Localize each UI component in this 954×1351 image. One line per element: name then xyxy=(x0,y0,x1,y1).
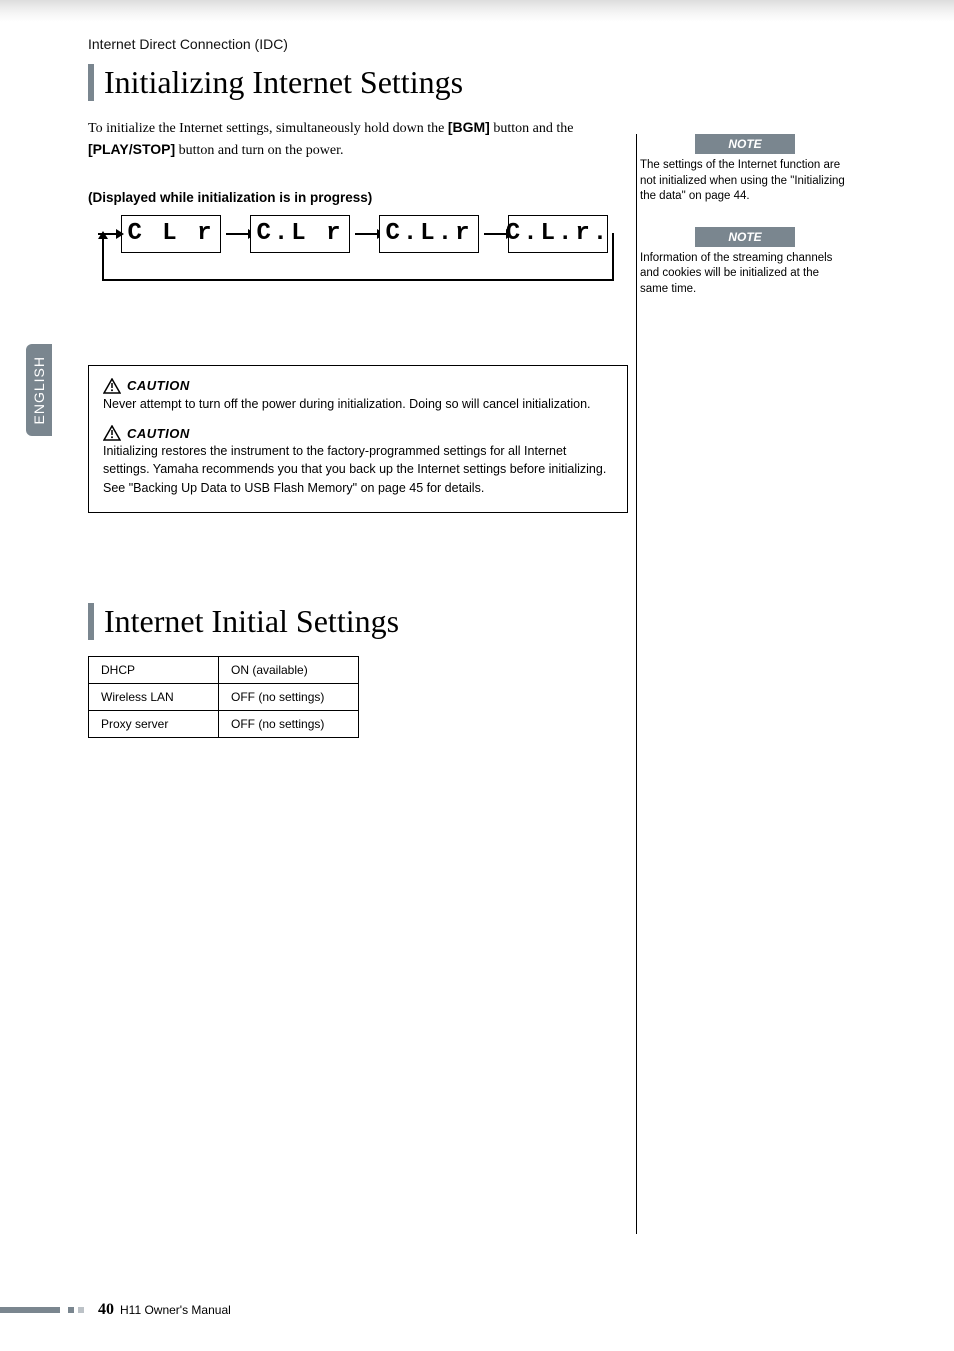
seg-display-2: C.L r xyxy=(250,215,350,253)
intro-playstop-button-ref: [PLAY/STOP] xyxy=(88,141,175,157)
table-row: Proxy server OFF (no settings) xyxy=(89,710,359,737)
page-number: 40 xyxy=(98,1301,114,1319)
loop-line xyxy=(102,253,614,281)
caution-label: CAUTION xyxy=(127,426,190,441)
cell-key: DHCP xyxy=(89,656,219,683)
note-box-2: NOTE Information of the streaming channe… xyxy=(640,227,850,298)
intro-text: To initialize the Internet settings, sim… xyxy=(88,121,448,136)
display-cycle-diagram: C L r C.L r C.L.r C.L.r. xyxy=(88,215,628,305)
intro-text: button and turn on the power. xyxy=(175,143,343,158)
cell-value: ON (available) xyxy=(219,656,359,683)
caution-block: CAUTION Never attempt to turn off the po… xyxy=(88,365,628,513)
note-box-1: NOTE The settings of the Internet functi… xyxy=(640,134,850,205)
display-caption: (Displayed while initialization is in pr… xyxy=(88,190,628,205)
language-tab: ENGLISH xyxy=(26,344,52,436)
intro-text: button and the xyxy=(490,121,574,136)
settings-table: DHCP ON (available) Wireless LAN OFF (no… xyxy=(88,656,359,738)
table-row: Wireless LAN OFF (no settings) xyxy=(89,683,359,710)
note-label: NOTE xyxy=(695,227,795,247)
page-footer: 40 H11 Owner's Manual xyxy=(0,1301,954,1319)
note-text-1: The settings of the Internet function ar… xyxy=(640,158,850,205)
seg-display-3: C.L.r xyxy=(379,215,479,253)
intro-paragraph: To initialize the Internet settings, sim… xyxy=(88,117,628,162)
footer-dot xyxy=(78,1307,84,1313)
arrow-icon xyxy=(98,233,122,235)
cell-key: Proxy server xyxy=(89,710,219,737)
note-text-2: Information of the streaming channels an… xyxy=(640,251,850,298)
cell-value: OFF (no settings) xyxy=(219,710,359,737)
sidebar-column: NOTE The settings of the Internet functi… xyxy=(640,134,850,319)
section-title-initial-settings: Internet Initial Settings xyxy=(88,603,628,640)
footer-bar xyxy=(0,1307,60,1313)
seg-display-1: C L r xyxy=(121,215,221,253)
footer-dot xyxy=(68,1307,74,1313)
caution-text-1: Never attempt to turn off the power duri… xyxy=(103,396,613,414)
cell-key: Wireless LAN xyxy=(89,683,219,710)
column-divider xyxy=(636,134,637,1234)
caution-label: CAUTION xyxy=(127,378,190,393)
intro-bgm-button-ref: [BGM] xyxy=(448,119,490,135)
cell-value: OFF (no settings) xyxy=(219,683,359,710)
caution-text-2a: Initializing restores the instrument to … xyxy=(103,443,613,478)
table-row: DHCP ON (available) xyxy=(89,656,359,683)
caution-text-2b: See "Backing Up Data to USB Flash Memory… xyxy=(103,480,613,498)
breadcrumb: Internet Direct Connection (IDC) xyxy=(88,36,288,52)
warning-icon xyxy=(103,425,121,441)
warning-icon xyxy=(103,378,121,394)
loop-drop-right xyxy=(612,233,614,255)
doc-title: H11 Owner's Manual xyxy=(120,1303,231,1317)
loop-arrow-up-icon xyxy=(102,233,104,255)
seg-display-4: C.L.r. xyxy=(508,215,608,253)
language-label: ENGLISH xyxy=(31,356,47,424)
page-top-gradient xyxy=(0,0,954,22)
main-column: Initializing Internet Settings To initia… xyxy=(88,64,628,738)
caution-heading: CAUTION xyxy=(103,425,613,441)
section-title-initializing: Initializing Internet Settings xyxy=(88,64,628,101)
note-label: NOTE xyxy=(695,134,795,154)
caution-heading: CAUTION xyxy=(103,378,613,394)
